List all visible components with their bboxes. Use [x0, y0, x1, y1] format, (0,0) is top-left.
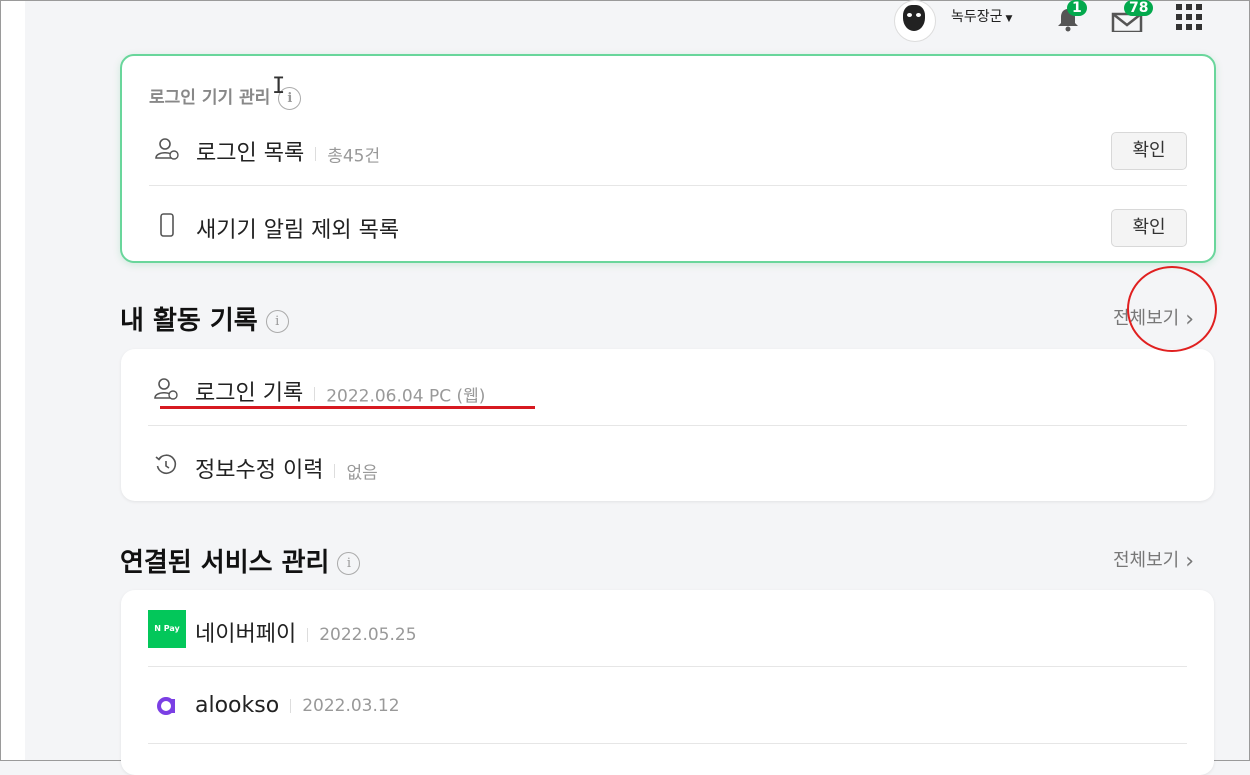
- alookso-label-wrap: alookso 2022.03.12: [195, 693, 400, 718]
- notification-badge: 1: [1067, 0, 1087, 16]
- login-list-count: 총45건: [327, 146, 381, 167]
- mail-badge: 78: [1124, 0, 1154, 16]
- username-label: 녹두장군: [951, 9, 1003, 25]
- login-list-row: 로그인 목록 총45건 확인: [149, 109, 1187, 186]
- login-history-meta: 2022.06.04 PC (웹): [326, 386, 486, 407]
- login-list-label-wrap: 로그인 목록 총45건: [196, 135, 380, 167]
- left-strip: [1, 1, 25, 760]
- info-edit-label: 정보수정 이력: [195, 458, 324, 483]
- red-underline-annotation: [160, 406, 535, 409]
- alookso-logo-icon: [157, 697, 175, 715]
- login-device-title: 로그인 기기 관리: [149, 88, 271, 108]
- avatar-eye-icon: [916, 13, 921, 17]
- separator: [334, 464, 336, 478]
- username-menu[interactable]: 녹두장군 ▼: [951, 6, 1012, 26]
- alookso-date: 2022.03.12: [302, 696, 400, 716]
- login-history-row[interactable]: 로그인 기록 2022.06.04 PC (웹): [148, 349, 1187, 426]
- separator: [315, 147, 317, 161]
- new-device-exclude-row: 새기기 알림 제외 목록 확인: [149, 186, 1187, 262]
- info-edit-history-row[interactable]: 정보수정 이력 없음: [148, 426, 1187, 502]
- info-edit-meta: 없음: [346, 463, 378, 484]
- naverpay-label: 네이버페이: [195, 622, 297, 647]
- apps-grid-icon[interactable]: [1176, 4, 1202, 30]
- separator: [307, 628, 309, 642]
- history-icon: [155, 454, 177, 475]
- caret-down-icon: ▼: [1005, 14, 1013, 24]
- text-cursor-icon: I: [272, 74, 286, 99]
- naverpay-label-wrap: 네이버페이 2022.05.25: [195, 616, 417, 648]
- red-circle-annotation: [1127, 266, 1217, 352]
- chevron-right-icon: ›: [1185, 549, 1195, 574]
- services-section-title: 연결된 서비스 관리 i: [120, 542, 361, 579]
- info-icon[interactable]: i: [337, 552, 361, 575]
- user-login-icon: [155, 138, 179, 160]
- activity-section-title: 내 활동 기록 i: [120, 300, 289, 337]
- activity-title: 내 활동 기록: [120, 306, 258, 336]
- new-device-exclude-confirm-button[interactable]: 확인: [1111, 209, 1187, 247]
- mobile-phone-icon: [160, 213, 174, 237]
- avatar[interactable]: [894, 0, 936, 42]
- alookso-label: alookso: [195, 693, 280, 718]
- new-device-exclude-label: 새기기 알림 제외 목록: [196, 218, 400, 243]
- login-history-label-wrap: 로그인 기록 2022.06.04 PC (웹): [195, 375, 485, 407]
- naverpay-row[interactable]: N Pay 네이버페이 2022.05.25: [148, 590, 1187, 667]
- activity-card: 로그인 기록 2022.06.04 PC (웹) 정보수정 이력 없음: [121, 349, 1214, 501]
- services-view-all-label: 전체보기: [1113, 550, 1180, 571]
- naverpay-logo-icon: N Pay: [148, 610, 186, 648]
- services-view-all-link[interactable]: 전체보기 ›: [1113, 546, 1194, 574]
- login-history-label: 로그인 기록: [195, 381, 304, 406]
- services-card: N Pay 네이버페이 2022.05.25 alookso 2022.03.12: [121, 590, 1214, 775]
- services-title: 연결된 서비스 관리: [120, 548, 330, 578]
- avatar-eye-icon: [907, 13, 912, 17]
- separator: [314, 387, 316, 401]
- alookso-row[interactable]: alookso 2022.03.12: [148, 667, 1187, 744]
- separator: [290, 699, 292, 713]
- login-list-label: 로그인 목록: [196, 141, 305, 166]
- avatar-face-icon: [903, 5, 925, 31]
- user-login-icon: [154, 378, 178, 400]
- naverpay-date: 2022.05.25: [319, 625, 417, 645]
- info-icon[interactable]: i: [265, 310, 289, 333]
- info-edit-label-wrap: 정보수정 이력 없음: [195, 452, 378, 484]
- login-list-confirm-button[interactable]: 확인: [1111, 132, 1187, 170]
